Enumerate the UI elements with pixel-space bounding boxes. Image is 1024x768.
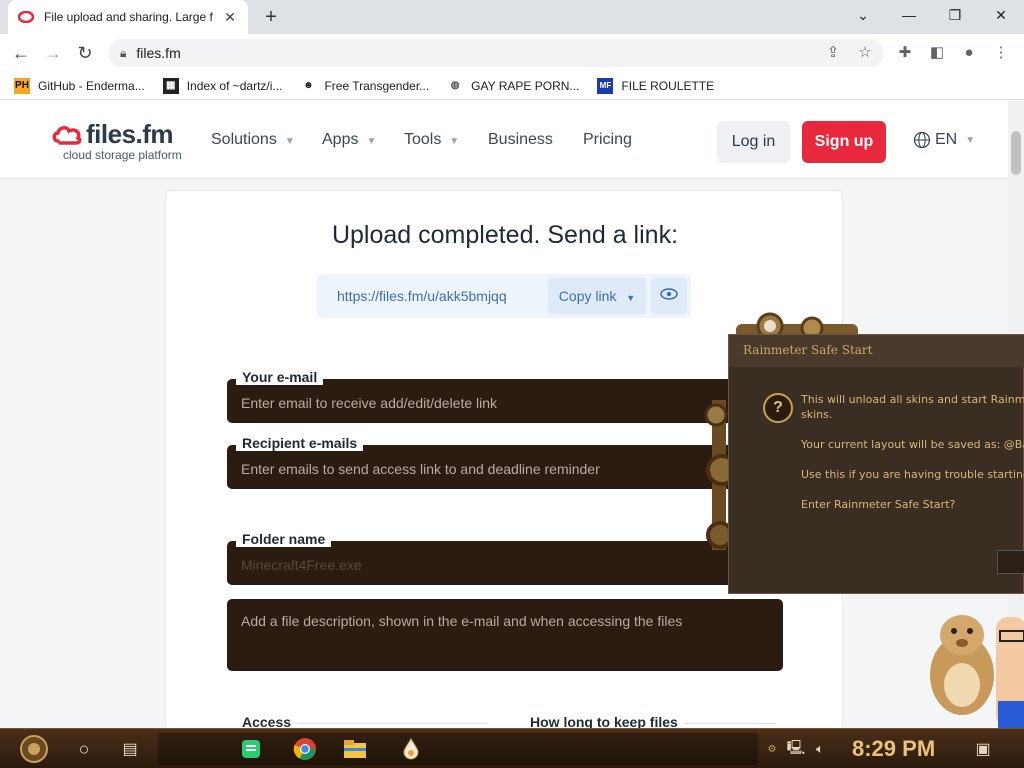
address-bar[interactable]: 🔒︎ files.fm [108, 39, 884, 67]
reload-icon[interactable]: ↻ [72, 40, 98, 66]
email-label: Your e-mail [236, 369, 324, 385]
browser-toolbar: ← → ↻ 🔒︎ files.fm ⇪ ☆ ✚ ◧ ● ⋮ [0, 34, 1024, 72]
show-hidden-icons-icon[interactable]: ⚙ [765, 735, 779, 763]
file-explorer-icon[interactable] [340, 735, 370, 763]
chevron-down-icon: ▼ [965, 134, 976, 146]
close-window-icon[interactable]: ✕ [978, 0, 1024, 30]
dialog-text-line: skins. [801, 408, 833, 421]
chrome-icon[interactable] [290, 735, 320, 763]
share-icon[interactable]: ⇪ [820, 40, 846, 66]
scrollbar-thumb[interactable] [1011, 131, 1021, 175]
search-circle-icon[interactable]: ○ [70, 735, 98, 763]
nav-pricing[interactable]: Pricing [583, 131, 632, 149]
taskbar: ○ ▤ ⚙ 🖳︎ 🔈︎ 8:29 PM ▣ [0, 728, 1024, 768]
recipients-label: Recipient e-mails [236, 435, 364, 451]
side-panel-icon[interactable]: ◧ [924, 40, 950, 66]
globe-icon: ◍ [450, 80, 460, 91]
globe-icon [913, 131, 931, 149]
browser-tab[interactable]: File upload and sharing. Large f ✕ [8, 0, 248, 34]
url-text: files.fm [136, 45, 181, 61]
menu-icon[interactable]: ⋮ [988, 40, 1014, 66]
copy-link-button[interactable]: Copy link ▼ [548, 278, 646, 314]
share-link[interactable]: https://files.fm/u/akk5bmjqq [337, 288, 507, 304]
recipients-placeholder: Enter emails to send access link to and … [241, 461, 600, 477]
dialog-text-line: Use this if you are having trouble start… [801, 468, 1024, 481]
chevron-down-icon: ▼ [449, 136, 460, 147]
files-fm-logo[interactable]: files.fm cloud storage platform [52, 119, 182, 162]
bookmark-item[interactable]: ▦ Index of ~dartz/i... [162, 77, 282, 94]
desktop-mascot-characters [930, 615, 1024, 728]
chevron-down-icon: ▼ [366, 136, 377, 147]
site-header: files.fm cloud storage platform Solution… [0, 101, 1008, 179]
mf-icon: MF [597, 77, 614, 94]
nav-tools[interactable]: Tools ▼ [404, 131, 459, 149]
ph-icon: PH [14, 77, 30, 94]
taskbar-clock[interactable]: 8:29 PM [852, 736, 935, 762]
back-icon[interactable]: ← [8, 40, 34, 66]
notifications-icon[interactable]: ▣ [970, 735, 996, 763]
keep-files-label: How long to keep files [530, 714, 684, 728]
task-view-icon[interactable]: ▤ [116, 735, 144, 763]
restore-icon[interactable]: ❐ [932, 0, 978, 30]
bookmark-item[interactable]: PH GitHub - Enderma... [14, 77, 145, 94]
nav-apps[interactable]: Apps ▼ [322, 131, 376, 149]
bookmarks-bar: PH GitHub - Enderma... ▦ Index of ~dartz… [0, 72, 1024, 100]
tab-title: File upload and sharing. Large f [44, 10, 213, 24]
dialog-text-line: Your current layout will be saved as: @B… [801, 438, 1024, 451]
start-gear-icon[interactable] [12, 735, 56, 763]
network-icon[interactable]: 🖳︎ [786, 735, 806, 763]
dialog-header: Rainmeter Safe Start [729, 335, 1024, 367]
chevron-down-icon: ▼ [626, 293, 636, 303]
folder-name-label: Folder name [236, 531, 332, 547]
volume-muted-icon[interactable]: 🔈︎ [810, 735, 830, 763]
lock-icon: 🔒︎ [120, 45, 127, 60]
browser-tab-bar: File upload and sharing. Large f ✕ + ⌄ —… [0, 0, 1024, 34]
tab-search-icon[interactable]: ⌄ [840, 0, 886, 30]
preview-eye-icon[interactable] [651, 278, 687, 314]
access-label: Access [242, 714, 298, 728]
bookmark-item[interactable]: MF FILE ROULETTE [597, 77, 714, 94]
question-icon: ? [763, 393, 793, 423]
dialog-text-line: This will unload all skins and start Rai… [801, 393, 1024, 406]
nav-business[interactable]: Business [488, 131, 553, 149]
description-field[interactable]: Add a file description, shown in the e-m… [227, 599, 783, 671]
login-button[interactable]: Log in [717, 121, 790, 163]
dialog-button[interactable] [997, 550, 1024, 574]
new-tab-icon[interactable]: + [258, 4, 284, 30]
minimize-icon[interactable]: — [886, 0, 932, 30]
bookmark-item[interactable]: ☻ Free Transgender... [300, 78, 429, 94]
index-icon: ▦ [162, 77, 179, 94]
description-placeholder: Add a file description, shown in the e-m… [241, 613, 683, 629]
close-tab-icon[interactable]: ✕ [222, 9, 238, 26]
mask-icon: ☻ [303, 80, 314, 91]
signup-button[interactable]: Sign up [802, 121, 886, 163]
share-link-box: https://files.fm/u/akk5bmjqq Copy link ▼ [317, 274, 691, 318]
notes-app-icon[interactable] [236, 735, 266, 763]
dialog-title: Rainmeter Safe Start [743, 343, 873, 357]
nav-solutions[interactable]: Solutions ▼ [211, 131, 295, 149]
dialog-text-line: Enter Rainmeter Safe Start? [801, 498, 956, 511]
folder-name-value: Minecraft4Free.exe [241, 557, 362, 573]
files-fm-favicon-icon [18, 9, 34, 25]
forward-icon[interactable]: → [40, 40, 66, 66]
cloud-logo-icon [52, 126, 82, 145]
bookmark-star-icon[interactable]: ☆ [852, 40, 878, 66]
chevron-down-icon: ▼ [284, 136, 295, 147]
rainmeter-safe-start-dialog: Rainmeter Safe Start ? This will unload … [728, 334, 1024, 594]
email-placeholder: Enter email to receive add/edit/delete l… [241, 395, 498, 411]
upload-title: Upload completed. Send a link: [331, 221, 679, 249]
logo-tagline: cloud storage platform [63, 148, 182, 162]
profile-icon[interactable]: ● [956, 40, 982, 66]
bookmark-item[interactable]: ◍ GAY RAPE PORN... [447, 78, 580, 94]
language-selector[interactable]: EN ▼ [913, 131, 975, 149]
language-label: EN [935, 131, 958, 148]
rainmeter-drop-icon[interactable] [396, 735, 426, 763]
extensions-icon[interactable]: ✚ [892, 40, 918, 66]
